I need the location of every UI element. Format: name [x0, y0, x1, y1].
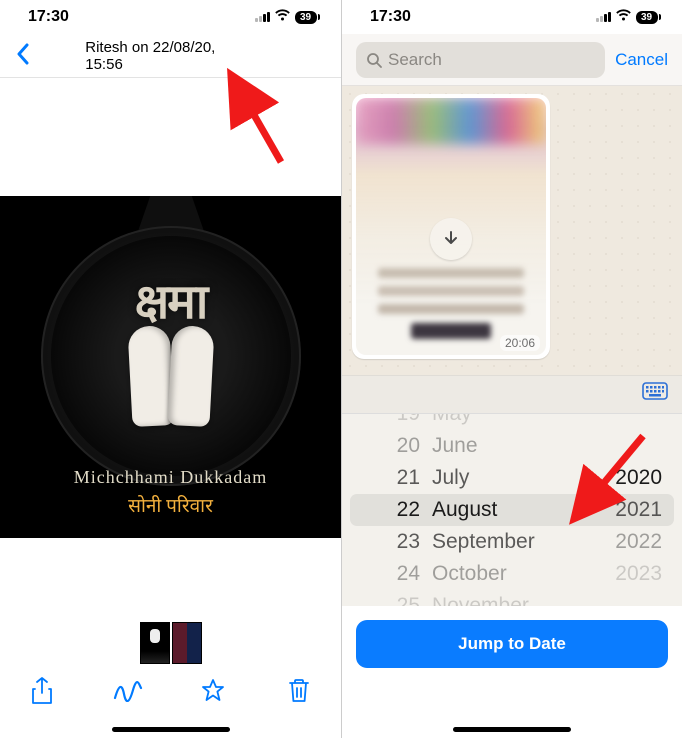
cellular-icon	[255, 12, 270, 22]
photo-viewer-screen: 17:30 39 Ritesh on 22/08/20, 15:56 क्षमा…	[0, 0, 341, 738]
nav-bar: Ritesh on 22/08/20, 15:56	[0, 34, 341, 78]
praying-hands-graphic	[126, 326, 216, 436]
status-bar: 17:30 39	[0, 0, 341, 34]
thumbnail[interactable]	[172, 622, 202, 664]
image-caption-1: Michchhami Dukkadam	[0, 467, 341, 488]
nav-title: Ritesh on 22/08/20, 15:56	[85, 39, 256, 73]
thumbnail[interactable]	[140, 622, 170, 664]
wifi-icon	[274, 9, 291, 25]
search-input[interactable]: Search	[356, 42, 605, 78]
status-bar: 17:30 39	[342, 0, 682, 34]
search-icon	[366, 52, 382, 68]
status-time: 17:30	[370, 8, 411, 26]
search-bar: Search Cancel	[342, 34, 682, 86]
share-button[interactable]	[22, 677, 62, 710]
media-image: क्षमा Michchhami Dukkadam सोनी परिवार	[0, 196, 341, 538]
markup-button[interactable]	[108, 680, 148, 707]
jump-to-date-button[interactable]: Jump to Date	[356, 620, 668, 668]
image-text-top: क्षमा	[135, 268, 207, 333]
date-search-screen: 17:30 39 Search Cancel 20:06	[341, 0, 682, 738]
status-time: 17:30	[28, 8, 69, 26]
keyboard-icon[interactable]	[642, 382, 668, 408]
battery-icon: 39	[636, 11, 658, 24]
home-indicator[interactable]	[453, 727, 571, 732]
status-indicators: 39	[255, 9, 317, 25]
media-viewer[interactable]: क्षमा Michchhami Dukkadam सोनी परिवार	[0, 78, 341, 622]
month-wheel[interactable]: May June July August September October N…	[432, 414, 596, 590]
cancel-button[interactable]: Cancel	[615, 50, 668, 70]
bottom-toolbar	[0, 664, 341, 722]
status-indicators: 39	[596, 9, 658, 25]
year-wheel[interactable]: 2020 2021 2022 2023	[596, 414, 682, 590]
thumbnail-strip[interactable]	[0, 622, 341, 664]
cellular-icon	[596, 12, 611, 22]
message-time: 20:06	[500, 335, 540, 351]
search-placeholder: Search	[388, 50, 442, 70]
battery-icon: 39	[295, 11, 317, 24]
home-indicator[interactable]	[112, 727, 230, 732]
image-caption-2: सोनी परिवार	[0, 492, 341, 518]
chat-image-message[interactable]: 20:06	[352, 94, 550, 359]
star-button[interactable]	[193, 678, 233, 709]
download-button[interactable]	[430, 218, 472, 260]
date-picker[interactable]: 19 20 21 22 23 24 25 May June July Augus…	[342, 414, 682, 606]
back-button[interactable]	[10, 42, 36, 70]
trash-button[interactable]	[279, 678, 319, 709]
wifi-icon	[615, 9, 632, 25]
chat-background[interactable]: 20:06	[342, 86, 682, 376]
input-accessory-bar	[342, 376, 682, 414]
day-wheel[interactable]: 19 20 21 22 23 24 25	[342, 414, 432, 590]
